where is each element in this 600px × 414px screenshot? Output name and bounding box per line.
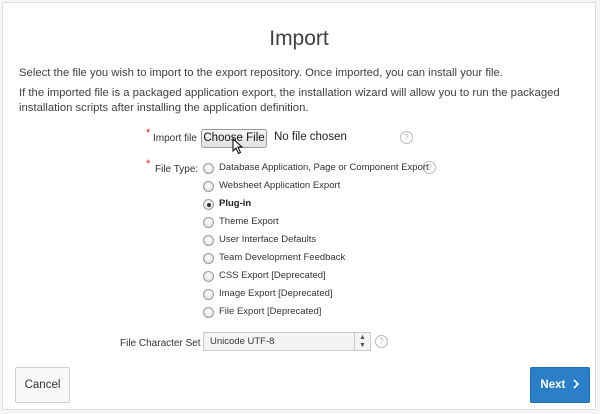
file-type-option-label: Database Application, Page or Component …: [219, 162, 429, 173]
required-star: *: [146, 127, 151, 139]
next-button[interactable]: Next: [530, 367, 590, 403]
radio-button[interactable]: [203, 289, 214, 300]
cancel-label: Cancel: [24, 379, 61, 391]
radio-button[interactable]: [203, 163, 214, 174]
page-title: Import: [269, 27, 329, 50]
radio-button[interactable]: [203, 199, 214, 210]
charset-label: File Character Set: [120, 338, 201, 349]
file-type-option-label: Plug-in: [219, 198, 252, 209]
updown-arrow-icon: ▲ ▼: [354, 333, 370, 350]
import-file-label: Import file: [153, 133, 197, 144]
radio-button[interactable]: [203, 253, 214, 264]
import-dialog: Import Select the file you wish to impor…: [2, 2, 596, 410]
file-type-option-label: Theme Export: [219, 216, 279, 227]
file-type-label: File Type:: [155, 164, 199, 175]
description-2: If the imported file is a packaged appli…: [19, 87, 560, 114]
file-status: No file chosen: [274, 131, 347, 143]
cancel-button[interactable]: Cancel: [15, 367, 70, 403]
file-type-option-label: Image Export [Deprecated]: [219, 288, 333, 299]
file-type-option-label: File Export [Deprecated]: [219, 306, 322, 317]
next-label: Next: [540, 379, 566, 391]
file-type-option-label: CSS Export [Deprecated]: [219, 270, 326, 281]
required-star: *: [146, 158, 151, 170]
charset-select[interactable]: Unicode UTF-8 ▲ ▼: [203, 332, 371, 351]
file-type-option-label: Websheet Application Export: [219, 180, 341, 191]
radio-button[interactable]: [203, 271, 214, 282]
file-type-option-label: Team Development Feedback: [219, 252, 346, 263]
chevron-right-icon: [572, 379, 579, 389]
help-icon[interactable]: ?: [375, 335, 388, 348]
mouse-cursor-icon: [232, 138, 244, 155]
radio-button[interactable]: [203, 307, 214, 318]
radio-button[interactable]: [203, 235, 214, 246]
charset-value: Unicode UTF-8: [210, 336, 275, 347]
description-1: Select the file you wish to import to th…: [19, 67, 503, 79]
help-icon[interactable]: ?: [400, 131, 413, 144]
file-type-option-label: User Interface Defaults: [219, 234, 317, 245]
radio-button[interactable]: [203, 181, 214, 192]
radio-button[interactable]: [203, 217, 214, 228]
